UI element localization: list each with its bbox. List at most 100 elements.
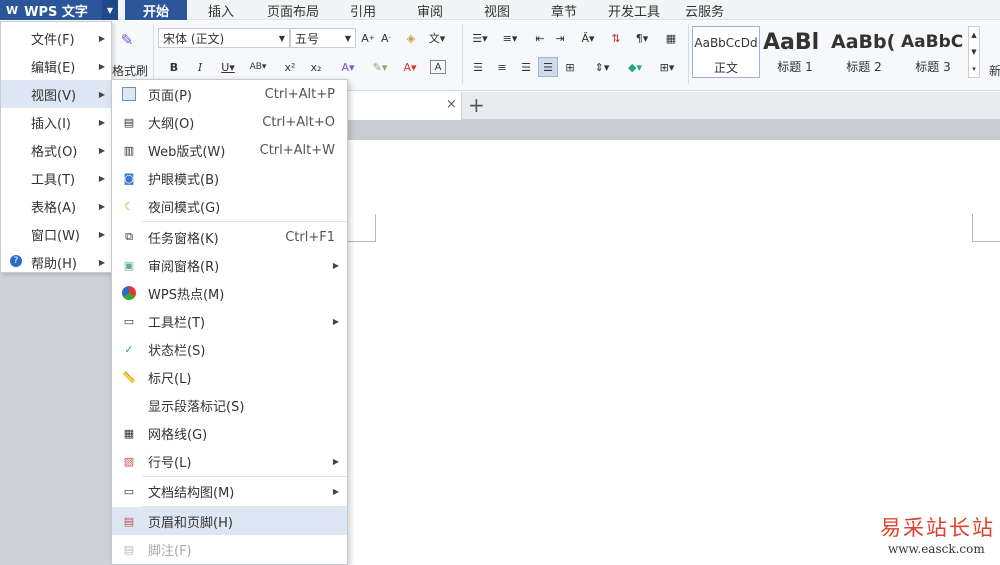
tab-cloud[interactable]: 云服务 (685, 0, 724, 20)
menu-item-outline[interactable]: ▤ 大纲(O) Ctrl+Alt+O (112, 108, 347, 136)
menu-item-label: 工具(T) (31, 172, 76, 188)
menu-item-label: 审阅窗格(R) (148, 259, 220, 275)
menu-item-footnote[interactable]: ▤ 脚注(F) (112, 535, 347, 563)
menu-item-gridlines[interactable]: ▦ 网格线(G) (112, 419, 347, 447)
submenu-arrow-icon: ▶ (98, 33, 105, 43)
menu-item-table[interactable]: 表格(A) ▶ (1, 192, 111, 220)
menu-item-wps-hotspot[interactable]: WPS热点(M) (112, 279, 347, 307)
menu-item-web-layout[interactable]: ▥ Web版式(W) Ctrl+Alt+W (112, 136, 347, 164)
menu-item-page-view[interactable]: 页面(P) Ctrl+Alt+P (112, 80, 347, 108)
menu-item-header-footer[interactable]: ▤ 页眉和页脚(H) (112, 507, 347, 535)
borders-icon[interactable]: ⊞▾ (654, 57, 680, 77)
char-border-icon[interactable]: A (430, 60, 446, 74)
increase-indent-icon[interactable]: ⇥ (552, 28, 568, 48)
sort-icon[interactable]: ⇅ (608, 28, 624, 48)
chevron-down-icon[interactable]: ▼ (102, 0, 118, 20)
format-painter-label[interactable]: 格式刷 (112, 62, 148, 79)
menu-item-help[interactable]: ? 帮助(H) ▶ (1, 248, 111, 276)
phonetic-guide-icon[interactable]: 文▾ (426, 28, 448, 48)
bold-icon[interactable]: B (166, 57, 182, 77)
menu-item-label: 文件(F) (31, 32, 75, 48)
underline-icon[interactable]: U▾ (218, 57, 238, 77)
menu-item-file[interactable]: 文件(F) ▶ (1, 24, 111, 52)
text-effect-icon[interactable]: A▾ (336, 57, 360, 77)
tab-view[interactable]: 视图 (484, 0, 510, 20)
format-painter-icon[interactable]: ✎ (116, 30, 138, 50)
grow-font-icon[interactable]: A + (360, 28, 376, 48)
menu-item-tools[interactable]: 工具(T) ▶ (1, 164, 111, 192)
menu-item-night-mode[interactable]: ☾ 夜间模式(G) (112, 192, 347, 220)
line-spacing-icon[interactable]: ⇕▾ (590, 57, 614, 77)
table-icon[interactable]: ▦ (663, 28, 679, 48)
show-marks-icon[interactable]: ¶▾ (630, 28, 654, 48)
menu-item-eye-care[interactable]: ◙ 护眼模式(B) (112, 164, 347, 192)
subscript-icon[interactable]: x₂ (308, 57, 324, 77)
menu-item-view[interactable]: 视图(V) ▶ (1, 80, 111, 108)
tab-home[interactable]: 开始 (125, 0, 187, 20)
tab-page-layout[interactable]: 页面布局 (267, 0, 319, 20)
submenu-arrow-icon: ▶ (98, 145, 105, 155)
tab-developer[interactable]: 开发工具 (608, 0, 660, 20)
style-gallery-scroll[interactable]: ▲ ▼ ▾ (968, 26, 980, 78)
italic-icon[interactable]: I (192, 57, 208, 77)
app-menu-button[interactable]: W WPS 文字 ▼ (0, 0, 118, 20)
menu-item-label: 标尺(L) (148, 371, 192, 387)
new-style-button[interactable]: 新 (989, 62, 1000, 79)
new-tab-icon[interactable]: + (468, 93, 485, 117)
submenu-arrow-icon: ▶ (98, 117, 105, 127)
menu-item-label: 工具栏(T) (148, 315, 206, 331)
change-case-icon[interactable]: A̋▾ (575, 28, 601, 48)
align-center-icon[interactable]: ≡ (494, 57, 510, 77)
decrease-indent-icon[interactable]: ⇤ (532, 28, 548, 48)
style-heading-1[interactable]: AaBl 标题 1 (762, 26, 828, 78)
font-name-select[interactable]: 宋体 (正文) ▼ (158, 28, 290, 48)
chevron-down-icon[interactable]: ▼ (971, 48, 976, 56)
tab-review[interactable]: 审阅 (417, 0, 443, 20)
clear-format-icon[interactable]: ◈ (403, 28, 419, 48)
line-number-icon: ▧ (123, 454, 135, 468)
menu-item-review-pane[interactable]: ▣ 审阅窗格(R) ▶ (112, 251, 347, 279)
menu-item-ruler[interactable]: 📏 标尺(L) (112, 363, 347, 391)
shrink-font-icon[interactable]: A- (378, 28, 394, 48)
menu-item-format[interactable]: 格式(O) ▶ (1, 136, 111, 164)
align-right-icon[interactable]: ☰ (518, 57, 534, 77)
close-icon[interactable]: × (446, 97, 457, 112)
style-heading-3[interactable]: AaBbC 标题 3 (900, 26, 966, 78)
site-watermark: 易采站长站 (880, 516, 995, 540)
justify-icon[interactable]: ☰ (538, 57, 558, 77)
page-margin-corner (348, 214, 376, 242)
style-heading-2[interactable]: AaBb( 标题 2 (830, 26, 898, 78)
chevron-up-icon[interactable]: ▲ (971, 31, 976, 39)
shading-icon[interactable]: ◆▾ (622, 57, 648, 77)
menu-item-task-pane[interactable]: ⧉ 任务窗格(K) Ctrl+F1 (112, 223, 347, 251)
superscript-icon[interactable]: x² (282, 57, 298, 77)
tab-insert[interactable]: 插入 (208, 0, 234, 20)
align-left-icon[interactable]: ☰ (470, 57, 486, 77)
document-page[interactable] (348, 140, 1000, 565)
font-size-select[interactable]: 五号 ▼ (290, 28, 356, 48)
tab-section[interactable]: 章节 (551, 0, 577, 20)
highlight-icon[interactable]: ✎▾ (366, 57, 394, 77)
menu-item-status-bar[interactable]: ✓ 状态栏(S) (112, 335, 347, 363)
document-tab[interactable]: × (348, 92, 462, 120)
menu-item-toolbar[interactable]: ▭ 工具栏(T) ▶ (112, 307, 347, 335)
style-normal[interactable]: AaBbCcDd 正文 (692, 26, 760, 78)
menu-item-line-numbers[interactable]: ▧ 行号(L) ▶ (112, 447, 347, 475)
page-view-icon (122, 87, 136, 101)
menu-item-edit[interactable]: 编辑(E) ▶ (1, 52, 111, 80)
font-color-icon[interactable]: A▾ (398, 57, 422, 77)
menu-item-window[interactable]: 窗口(W) ▶ (1, 220, 111, 248)
style-preview: AaBb( (831, 31, 896, 53)
site-watermark-url: www.easck.com (888, 542, 985, 556)
menu-item-show-paragraph-marks[interactable]: 显示段落标记(S) (112, 391, 347, 419)
tab-references[interactable]: 引用 (350, 0, 376, 20)
shortcut-text: Ctrl+Alt+W (259, 142, 335, 158)
menu-item-document-map[interactable]: ▭ 文档结构图(M) ▶ (112, 477, 347, 505)
menu-item-insert[interactable]: 插入(I) ▶ (1, 108, 111, 136)
menu-item-label: 页眉和页脚(H) (148, 515, 233, 531)
bullets-icon[interactable]: ☰▾ (468, 28, 492, 48)
strikethrough-icon[interactable]: AB▾ (246, 57, 270, 77)
numbering-icon[interactable]: ≡▾ (498, 28, 522, 48)
expand-icon[interactable]: ▾ (972, 65, 976, 73)
distribute-icon[interactable]: ⊞ (562, 57, 578, 77)
